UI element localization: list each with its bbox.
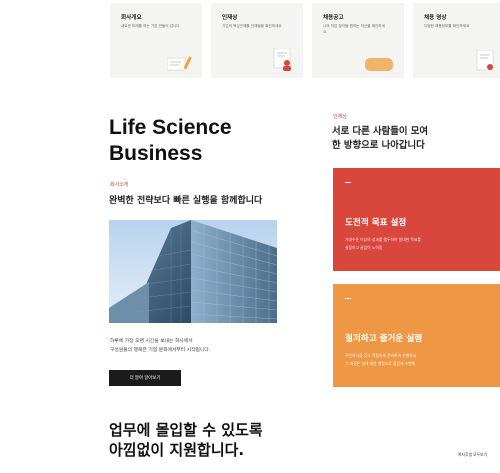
talent-heading-line1: 서로 다른 사람들이 모여 — [332, 126, 429, 137]
welfare-title: 업무에 몰입할 수 있도록 아낌없이 지원합니다. — [109, 420, 263, 460]
section-description: 하루에 가장 오랜 시간을 보내는 회사에서 구성원들의 행복은 기업 문화에서… — [110, 337, 270, 355]
card-subtitle: 나의 직업 찾아볼 원하는 직군을 확인하세요 — [323, 24, 385, 34]
value-card-line2: 설정하고 끝없이 노력합 — [345, 245, 383, 250]
talent-heading-line2: 한 방향으로 나아갑니다 — [332, 140, 425, 151]
value-card-line2: 그 과정은 일에 대한 열정으로 즐겁게 수행해 — [345, 361, 416, 366]
section-tag: 회사소개 — [110, 182, 129, 188]
value-card-execution: 철저하고 즐거운 실행 주인의식을 갖고 적절하게 준비하여 수행하되 그 과정… — [333, 284, 500, 387]
card-recruit-video[interactable]: 채용 영상 다양한 채용정보를 확인하세요 — [413, 3, 500, 78]
card-subtitle: 기업의 핵심인재를 인재들을 확인하세요 — [222, 24, 282, 28]
business-title-line1: Life Science — [109, 116, 232, 139]
ticket-icon — [365, 58, 393, 71]
card-title: 채용공고 — [323, 15, 344, 21]
value-card-line1: 주인의식을 갖고 적절하게 준비하여 수행하되 — [345, 353, 417, 358]
business-title: Life Science Business — [109, 115, 232, 167]
welfare-title-line1: 업무에 몰입할 수 있도록 — [109, 421, 263, 439]
welfare-view-all-link[interactable]: 복지후생 모두보기 — [458, 452, 487, 458]
card-subtitle: 새로운 미래를 여는 기업 만들어 갑니다 — [121, 24, 180, 28]
welfare-title-line2: 아낌없이 지원합니다. — [109, 441, 245, 459]
dash-divider — [345, 298, 351, 300]
card-job-posting[interactable]: 채용공고 나의 직업 찾아볼 원하는 직군을 확인하세요 — [312, 3, 404, 78]
description-line1: 하루에 가장 오랜 시간을 보내는 회사에서 — [110, 339, 193, 344]
value-card-challenge: 도전적 목표 설정 기대수준 이상의 성과를 멤두하여 원대한 목표를 설정하고… — [333, 168, 500, 271]
value-card-description: 주인의식을 갖고 적절하게 준비하여 수행하되 그 과정은 일에 대한 열정으로… — [345, 352, 485, 368]
card-subtitle: 다양한 채용정보를 확인하세요 — [424, 24, 470, 28]
card-title: 채용 영상 — [424, 15, 447, 21]
talent-tag: 인재상 — [333, 114, 347, 120]
business-title-line2: Business — [109, 142, 203, 165]
card-title: 인재상 — [222, 15, 238, 21]
card-company-overview[interactable]: 회사개요 새로운 미래를 여는 기업 만들어 갑니다 — [110, 3, 202, 78]
talent-heading: 서로 다른 사람들이 모여 한 방향으로 나아갑니다 — [332, 125, 482, 153]
quick-link-cards: 회사개요 새로운 미래를 여는 기업 만들어 갑니다 인재상 기업의 핵심인재를… — [110, 3, 500, 78]
document-pen-icon — [167, 56, 192, 71]
value-card-title: 도전적 목표 설정 — [345, 218, 407, 228]
video-document-icon — [476, 50, 494, 71]
card-talent[interactable]: 인재상 기업의 핵심인재를 인재들을 확인하세요 — [211, 3, 303, 78]
value-card-title: 철저하고 즐거운 실행 — [345, 334, 423, 344]
profile-document-icon — [273, 48, 291, 71]
description-line2: 구성원들의 행복은 기업 문화에서부터 시작됩니다. — [110, 348, 211, 353]
building-photo — [109, 220, 277, 323]
card-title: 회사개요 — [121, 15, 142, 21]
dash-divider — [345, 182, 351, 184]
learn-more-button[interactable]: 더 알아 알아보기 — [109, 370, 181, 386]
value-card-line1: 기대수준 이상의 성과를 멤두하여 원대한 목표를 — [345, 237, 421, 242]
value-card-description: 기대수준 이상의 성과를 멤두하여 원대한 목표를 설정하고 끝없이 노력합 — [345, 236, 485, 252]
section-subtitle: 완벽한 전략보다 빠른 실행을 함께합니다 — [109, 196, 263, 206]
